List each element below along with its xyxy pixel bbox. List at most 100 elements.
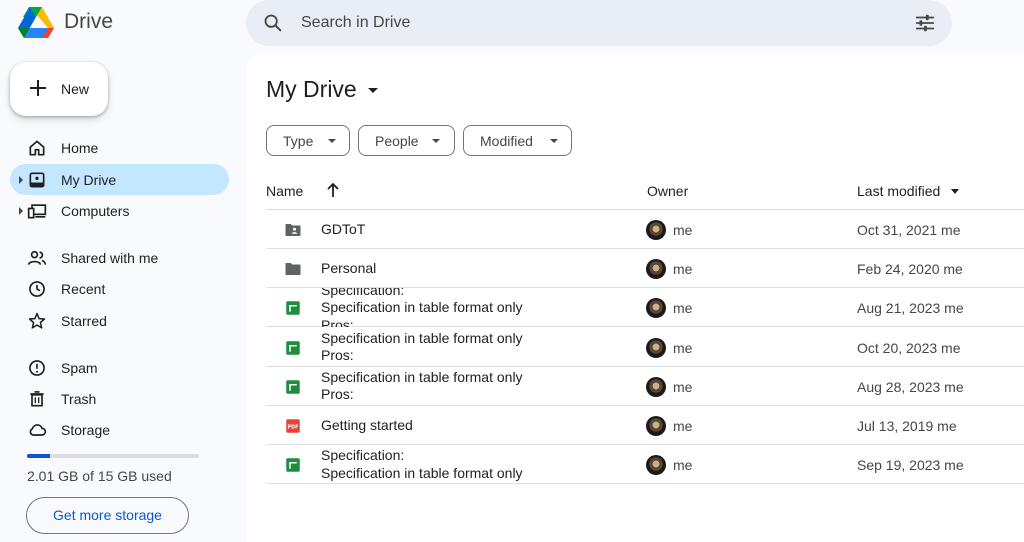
new-button[interactable]: New <box>10 62 108 116</box>
file-name-line: Specification in table format only <box>321 299 523 316</box>
file-last-modified: Sep 19, 2023 me <box>857 457 964 474</box>
expand-arrow-icon[interactable] <box>19 207 23 215</box>
sidebar-item-label: Starred <box>61 313 107 329</box>
filter-label: People <box>375 133 419 149</box>
avatar <box>646 220 666 240</box>
my-drive-icon <box>29 172 45 188</box>
svg-text:PDF: PDF <box>288 424 299 430</box>
file-name-line: Pros: <box>321 386 354 403</box>
spreadsheet-icon <box>284 456 302 474</box>
sort-ascending-icon[interactable] <box>326 182 340 198</box>
filter-people[interactable]: People <box>358 125 455 156</box>
file-last-modified: Oct 20, 2023 me <box>857 339 961 356</box>
sort-descending-icon[interactable] <box>951 189 959 194</box>
main-panel: My Drive Type People Modified Name Owner… <box>246 54 1024 542</box>
file-owner: me <box>673 457 693 474</box>
file-name-line: GDToT <box>321 220 366 237</box>
sidebar-item-label: Home <box>61 140 99 156</box>
sidebar-item-home[interactable]: Home <box>10 132 229 163</box>
sidebar-item-spam[interactable]: Spam <box>10 352 229 383</box>
avatar <box>646 455 666 476</box>
spreadsheet-icon <box>284 378 302 396</box>
avatar <box>646 376 666 397</box>
file-row[interactable]: GDToT me Oct 31, 2021 me <box>266 210 1024 249</box>
shared-folder-icon <box>284 221 302 239</box>
get-more-storage-button[interactable]: Get more storage <box>26 497 189 534</box>
avatar <box>646 416 666 436</box>
drive-logo[interactable]: Drive <box>18 6 113 38</box>
filter-type[interactable]: Type <box>266 125 350 156</box>
storage-usage-text: 2.01 GB of 15 GB used <box>27 468 172 484</box>
file-owner: me <box>673 418 693 434</box>
search-bar[interactable]: Search in Drive <box>246 0 952 46</box>
file-name-line: Specification in table format only <box>321 464 523 481</box>
avatar <box>646 298 666 319</box>
column-header-last-modified[interactable]: Last modified <box>857 183 940 199</box>
chevron-down-icon <box>328 139 336 143</box>
file-name-line: Specification: <box>321 447 405 464</box>
sidebar-item-computers[interactable]: Computers <box>10 195 229 226</box>
shared-icon <box>27 250 47 265</box>
expand-arrow-icon[interactable] <box>19 176 23 184</box>
sidebar-item-storage[interactable]: Storage <box>10 414 229 445</box>
file-name: Specification: Specification in table for… <box>321 445 621 484</box>
file-name-line: Specification: <box>321 288 405 298</box>
file-name-line: Getting started <box>321 416 413 433</box>
file-row[interactable]: PDF Getting started me Jul 13, 2019 me <box>266 406 1024 445</box>
file-name: GDToT <box>321 210 621 249</box>
chevron-down-icon <box>550 139 558 143</box>
drive-logo-icon <box>18 7 54 38</box>
cloud-icon <box>29 424 47 436</box>
file-name-line: Specification in table format only <box>321 368 523 385</box>
folder-icon <box>284 260 302 278</box>
file-row[interactable]: Specification: Specification in table for… <box>266 445 1024 485</box>
app-name: Drive <box>64 10 114 33</box>
search-options-icon[interactable] <box>914 12 936 34</box>
filter-label: Modified <box>480 133 533 149</box>
sidebar-item-my-drive[interactable]: My Drive <box>10 164 229 195</box>
file-row[interactable]: Specification in table format only Pros: m… <box>266 328 1024 367</box>
pdf-icon: PDF <box>284 417 302 435</box>
file-row[interactable]: Specification: Specification in table for… <box>266 288 1024 328</box>
file-name-line: Specification in table format only <box>321 329 523 346</box>
column-header-owner[interactable]: Owner <box>647 183 688 199</box>
file-name-line: Pros: <box>321 347 354 364</box>
sidebar-item-label: Spam <box>61 360 98 376</box>
dropdown-arrow-icon <box>367 88 378 93</box>
filter-modified[interactable]: Modified <box>463 125 572 156</box>
file-last-modified: Oct 31, 2021 me <box>857 222 961 238</box>
file-owner: me <box>673 300 693 317</box>
chevron-down-icon <box>432 139 440 143</box>
storage-progress-fill <box>27 454 51 458</box>
search-icon[interactable] <box>262 12 284 34</box>
file-row[interactable]: Specification in table format only Pros: m… <box>266 367 1024 406</box>
spreadsheet-icon <box>284 339 302 357</box>
file-name: Specification: Specification in table for… <box>321 288 621 327</box>
storage-progress-bar <box>27 454 199 458</box>
sidebar-item-shared-with-me[interactable]: Shared with me <box>10 242 229 273</box>
sidebar-item-trash[interactable]: Trash <box>10 383 229 414</box>
file-last-modified: Feb 24, 2020 me <box>857 261 963 278</box>
file-name-line: Pros: <box>321 316 354 328</box>
clock-icon <box>29 281 45 297</box>
sidebar-item-starred[interactable]: Starred <box>10 305 229 336</box>
search-input[interactable]: Search in Drive <box>301 14 410 32</box>
page-title-text: My Drive <box>266 76 357 102</box>
page-title[interactable]: My Drive <box>266 76 378 103</box>
sidebar-item-recent[interactable]: Recent <box>10 273 229 304</box>
file-name-line: Personal <box>321 259 377 276</box>
file-owner: me <box>673 222 693 238</box>
filter-label: Type <box>283 133 314 149</box>
sidebar-item-label: Computers <box>61 203 130 219</box>
avatar <box>646 337 666 358</box>
new-button-label: New <box>61 81 90 97</box>
file-last-modified: Aug 21, 2023 me <box>857 300 964 317</box>
avatar <box>646 259 666 280</box>
sidebar-item-label: Storage <box>61 422 111 438</box>
file-row[interactable]: Personal me Feb 24, 2020 me <box>266 249 1024 289</box>
file-owner: me <box>673 378 693 395</box>
trash-icon <box>30 391 44 407</box>
column-header-name[interactable]: Name <box>266 183 303 199</box>
spam-icon <box>29 360 45 376</box>
file-owner: me <box>673 261 693 278</box>
